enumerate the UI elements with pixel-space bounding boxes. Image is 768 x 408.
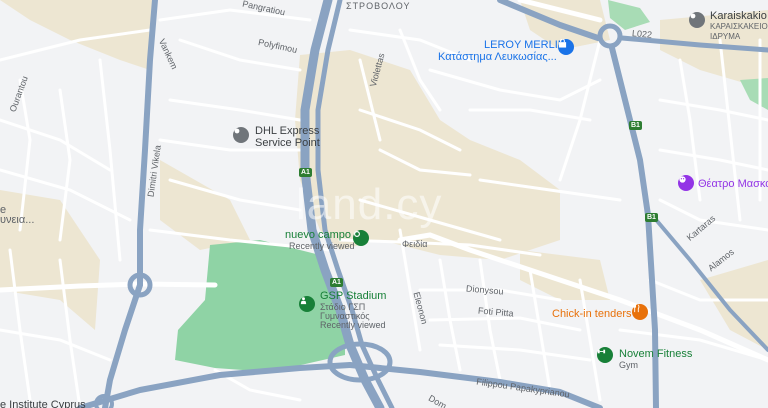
shopping-bag-icon[interactable] (558, 39, 574, 55)
restaurant-icon[interactable] (632, 304, 648, 320)
poi-chick-in-tenders-name: Chick-in tenders (552, 308, 632, 320)
sand-area-west (0, 190, 100, 330)
poi-theatro-name: Θέατρο Μασκα (698, 178, 768, 190)
poi-leroy-merlin-name: LEROY MERLIN (484, 39, 566, 51)
poi-institute-cyprus[interactable]: e Institute Cyprus (0, 399, 86, 408)
place-label-left-partial: e (0, 204, 7, 216)
location-pin-icon[interactable] (689, 12, 705, 28)
stadium-icon[interactable] (299, 296, 315, 312)
sand-area-northwest (0, 0, 155, 70)
place-icon[interactable] (353, 230, 369, 246)
road-shield-b1-north: B1 (629, 121, 642, 130)
road-shield-a1-south: A1 (330, 278, 343, 287)
poi-gsp-stadium-name: GSP Stadium (320, 290, 387, 302)
poi-karaiskakio-name: Karaiskakio (710, 10, 767, 22)
theater-icon[interactable] (678, 175, 694, 191)
watermark: land.cy (296, 180, 443, 229)
gym-icon[interactable] (597, 347, 613, 363)
poi-gsp-stadium-subtitle3: Recently viewed (320, 320, 386, 330)
poi-nuevo-campo-subtitle: Recently viewed (289, 241, 355, 251)
poi-dhl-name-line2: Service Point (255, 137, 320, 149)
map-canvas[interactable]: land.cy ΣΤΡΟΒΟΛΟΥ Pangratiou Polyfimou V… (0, 0, 768, 408)
district-label-strovolos: ΣΤΡΟΒΟΛΟΥ (346, 1, 411, 11)
park-east-edge (740, 78, 768, 110)
poi-karaiskakio-subtitle: ΚΑΡΑΙΣΚΑΚΕΙΟ ΙΔΡΥΜΑ (710, 22, 768, 41)
poi-dhl-name-line1: DHL Express (255, 125, 320, 137)
poi-novem-fitness-name: Novem Fitness (619, 348, 693, 360)
road-label-l022: L022 (631, 28, 653, 40)
street-label-feidia: Φειδία (402, 239, 428, 249)
poi-leroy-merlin-subtitle: Κατάστημα Λευκωσίας... (438, 51, 557, 63)
road-shield-a1-north: A1 (299, 168, 312, 177)
location-pin-icon[interactable] (233, 127, 249, 143)
poi-novem-fitness-subtitle: Gym (619, 360, 638, 370)
road-shield-b1-south: B1 (645, 213, 658, 222)
poi-nuevo-campo-name: nuevo campo (285, 229, 352, 241)
